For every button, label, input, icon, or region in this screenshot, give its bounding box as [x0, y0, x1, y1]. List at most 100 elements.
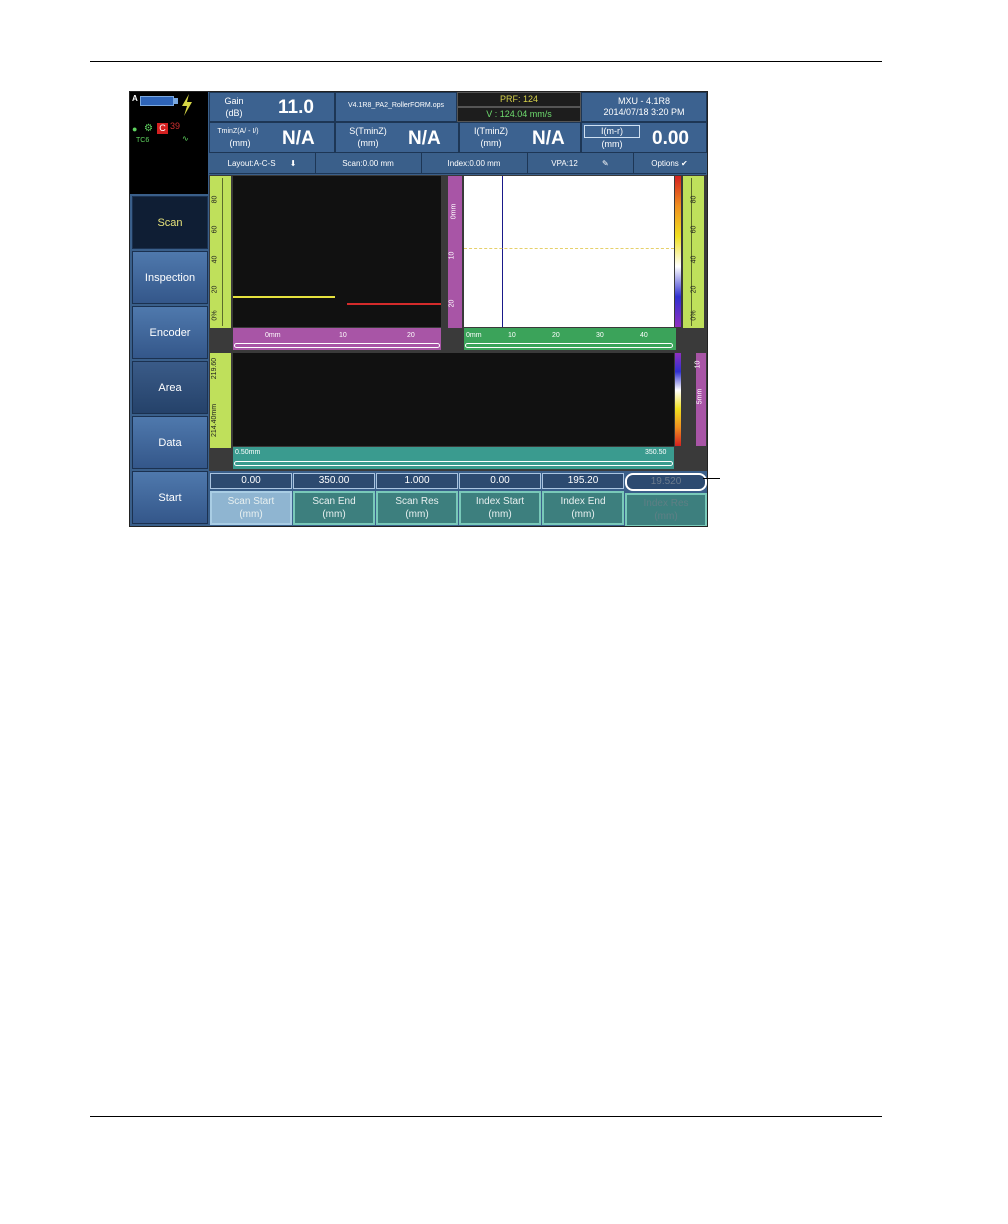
- cscan-h-tick-20: 20: [552, 332, 560, 339]
- signal-icon: ∿: [182, 134, 189, 143]
- ascan-view[interactable]: [233, 176, 441, 327]
- reading-i-cell[interactable]: I(TminZ) (mm) N/A: [459, 122, 581, 153]
- param-scan-end-label: Scan End: [312, 496, 356, 507]
- file-name-cell: V4.1R8_PA2_RollerFORM.ops: [335, 92, 457, 122]
- power-bolt-icon: [182, 94, 192, 116]
- instrument-screen: A ● ⚙ C 39 TC6 ∿ Gain (dB) 11.0 V4.1R8_P…: [129, 91, 708, 527]
- tab-encoder[interactable]: Encoder: [132, 306, 208, 359]
- param-index-start-label: Index Start: [475, 496, 525, 507]
- cscan-depth-ruler[interactable]: 0mm 10 20: [448, 176, 462, 328]
- tab-area[interactable]: Area: [132, 361, 208, 414]
- sscan-left-top: 219.60: [211, 357, 219, 380]
- reading-s-unit: (mm): [357, 138, 379, 148]
- gate-b-line[interactable]: [347, 303, 441, 305]
- status-c-badge: C: [157, 123, 168, 134]
- param-scan-end[interactable]: 350.00 Scan End (mm): [293, 473, 375, 525]
- index-position[interactable]: Index:0.00 mm: [421, 153, 528, 174]
- cscan-color-palette[interactable]: [675, 176, 681, 327]
- reading-im-label: I(m-r): [584, 125, 640, 138]
- param-scan-end-unit: (mm): [322, 509, 346, 520]
- velocity-value: V : 124.04 mm/s: [486, 109, 552, 119]
- param-scan-res-button[interactable]: Scan Res (mm): [376, 491, 458, 525]
- sscan-scan-scale[interactable]: 0.50mm 350.50: [233, 447, 674, 469]
- status-panel: A ● ⚙ C 39 TC6 ∿: [130, 92, 208, 194]
- sscan-depth-ruler[interactable]: 10 5mm: [694, 353, 706, 446]
- cscan-v-tick-10: 10: [448, 251, 456, 260]
- sscan-scale-start: 0.50mm: [235, 449, 261, 456]
- index-position-label: Index:0.00 mm: [447, 159, 501, 168]
- page-bottom-rule: [90, 1116, 882, 1117]
- cscan-index-cursor[interactable]: [502, 176, 503, 327]
- cscan-depth-cursor[interactable]: [464, 248, 674, 249]
- tc-label: TC6: [136, 137, 150, 144]
- param-index-res-value: 19.520: [625, 473, 707, 491]
- temperature-value: 39: [170, 121, 181, 131]
- param-scan-end-button[interactable]: Scan End (mm): [293, 491, 375, 525]
- reading-tminz-value: N/A: [282, 128, 315, 149]
- param-index-end-unit: (mm): [571, 509, 595, 520]
- cscan-v-tick-20: 20: [448, 299, 456, 308]
- param-index-res[interactable]: 19.520 Index Res (mm): [625, 473, 707, 526]
- tab-scan[interactable]: Scan: [132, 196, 208, 249]
- param-scan-res[interactable]: 1.000 Scan Res (mm): [376, 473, 458, 525]
- param-scan-start-unit: (mm): [239, 509, 263, 520]
- velocity-cell: V : 124.04 mm/s: [457, 107, 581, 122]
- tab-inspection[interactable]: Inspection: [132, 251, 208, 304]
- vpa-selector[interactable]: VPA:12 ✎: [527, 153, 634, 174]
- reading-im-cell[interactable]: I(m-r) (mm) 0.00: [581, 122, 707, 153]
- param-scan-start-button[interactable]: Scan Start (mm): [210, 491, 292, 525]
- cscan-r-tick-60: 60: [690, 225, 698, 234]
- cscan-r-tick-40: 40: [690, 255, 698, 264]
- cscan-index-scale[interactable]: 0mm 10 20 30 40: [464, 328, 676, 350]
- layout-selector[interactable]: Layout:A-C-S ⬇: [209, 153, 316, 174]
- ascan-depth-scale[interactable]: 0mm 10 20: [233, 328, 441, 350]
- gain-cell[interactable]: Gain (dB) 11.0: [209, 92, 335, 122]
- gear-icon: ⚙: [144, 123, 153, 134]
- reading-i-label: I(TminZ): [474, 126, 508, 136]
- param-index-res-button[interactable]: Index Res (mm): [625, 493, 707, 526]
- check-icon: ✔: [681, 159, 688, 168]
- ascan-amplitude-ruler[interactable]: 0% 20 40 60 80: [210, 176, 231, 328]
- reading-s-cell[interactable]: S(TminZ) (mm) N/A: [335, 122, 459, 153]
- param-scan-start[interactable]: 0.00 Scan Start (mm): [210, 473, 292, 525]
- ascan-h-tick-20: 20: [407, 332, 415, 339]
- gain-unit: (dB): [225, 108, 243, 118]
- ascan-scale-bracket: [234, 343, 440, 348]
- param-index-end[interactable]: 195.20 Index End (mm): [542, 473, 624, 525]
- toolbar: Layout:A-C-S ⬇ Scan:0.00 mm Index:0.00 m…: [209, 153, 706, 174]
- param-index-start[interactable]: 0.00 Index Start (mm): [459, 473, 541, 525]
- reading-im-value: 0.00: [652, 128, 689, 149]
- reading-i-unit: (mm): [480, 138, 502, 148]
- sscan-right-top: 10: [694, 360, 702, 369]
- tab-data[interactable]: Data: [132, 416, 208, 469]
- gate-a-line[interactable]: [233, 296, 335, 298]
- chevron-down-icon: ⬇: [289, 159, 297, 168]
- options-button[interactable]: Options ✔: [633, 153, 706, 174]
- reading-s-label: S(TminZ): [349, 126, 387, 136]
- param-index-start-button[interactable]: Index Start (mm): [459, 491, 541, 525]
- page-top-rule: [90, 61, 882, 62]
- sscan-scale-bracket: [234, 461, 673, 466]
- device-cell: MXU - 4.1R8 2014/07/18 3:20 PM: [581, 92, 707, 122]
- sscan-color-palette[interactable]: [675, 353, 681, 446]
- cscan-amplitude-ruler[interactable]: 0% 20 40 60 80: [683, 176, 704, 328]
- tab-data-label: Data: [158, 436, 182, 449]
- param-index-end-button[interactable]: Index End (mm): [542, 491, 624, 525]
- cscan-h-tick-40: 40: [640, 332, 648, 339]
- sscan-left-bottom: 214.40mm: [211, 403, 219, 438]
- lock-icon: ●: [132, 124, 138, 134]
- cscan-r-tick-80: 80: [690, 195, 698, 204]
- scan-position-label: Scan:0.00 mm: [342, 159, 394, 168]
- sscan-view[interactable]: [233, 353, 674, 446]
- reading-tminz-cell[interactable]: TminZ(A/ - I/) (mm) N/A: [209, 122, 335, 153]
- cscan-h-tick-10: 10: [508, 332, 516, 339]
- tab-start[interactable]: Start: [132, 471, 208, 524]
- cscan-view[interactable]: [464, 176, 674, 327]
- scan-position[interactable]: Scan:0.00 mm: [315, 153, 422, 174]
- tab-inspection-label: Inspection: [144, 271, 196, 284]
- callout-leader-line: [703, 478, 720, 479]
- prf-cell: PRF: 124: [457, 92, 581, 107]
- sscan-index-ruler[interactable]: 219.60 214.40mm: [210, 353, 231, 448]
- options-label: Options: [651, 159, 679, 168]
- cscan-r-tick-20: 20: [690, 285, 698, 294]
